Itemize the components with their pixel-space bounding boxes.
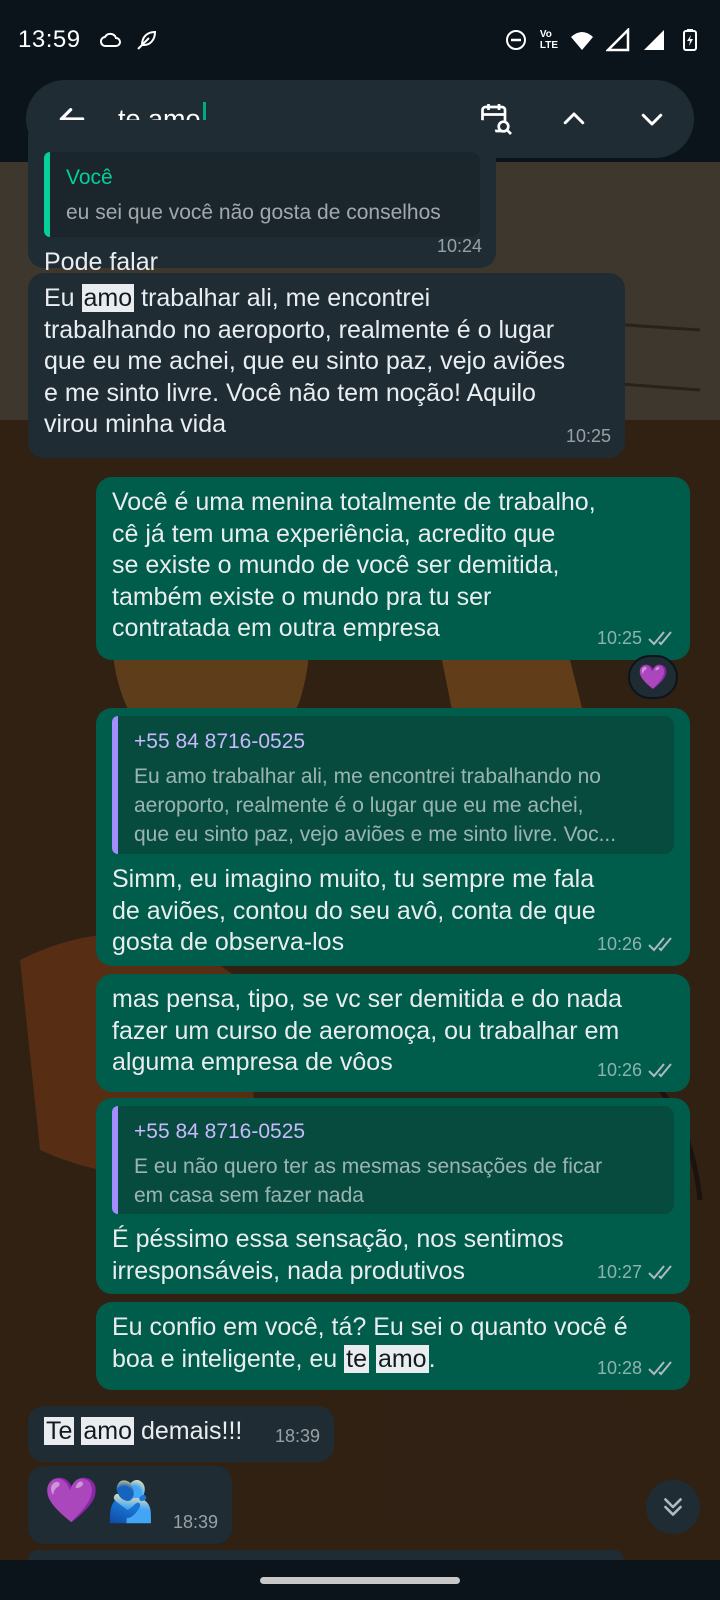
purple-heart-icon: 💜 — [638, 663, 668, 691]
message-bubble-outgoing[interactable]: Você é uma menina totalmente de trabalho… — [96, 477, 690, 660]
message-line: gosta de observa-los — [112, 928, 345, 956]
message-bubble-outgoing[interactable]: +55 84 8716-0525 E eu não quero ter as m… — [96, 1098, 690, 1294]
search-highlight: te — [344, 1344, 369, 1373]
message-line: boa e inteligente, eu te amo. — [112, 1344, 674, 1376]
next-result-button[interactable] — [632, 99, 672, 139]
double-check-icon — [648, 1265, 672, 1280]
message-meta: 10:25 — [597, 623, 676, 655]
message-bubble-outgoing[interactable]: mas pensa, tipo, se vc ser demitida e do… — [96, 974, 690, 1092]
gesture-handle[interactable] — [260, 1577, 460, 1584]
message-time: 10:25 — [596, 627, 642, 648]
message-line: que eu me achei, que eu sinto paz, vejo … — [44, 347, 566, 375]
quote-text: eu sei que você não gosta de conselhos — [66, 200, 441, 224]
message-line: também existe o mundo pra tu ser — [112, 582, 492, 611]
message-bubble-outgoing[interactable]: Eu confio em você, tá? Eu sei o quanto v… — [96, 1302, 690, 1390]
message-meta: 10:26 — [597, 929, 676, 961]
double-check-icon — [648, 1361, 672, 1376]
message-line: Simm, eu imagino muito, tu sempre me fal… — [112, 865, 595, 893]
status-bar: 13:59 Vo LTE — [0, 0, 720, 80]
double-chevron-down-icon — [664, 1498, 682, 1516]
quote-author: +55 84 8716-0525 — [134, 730, 306, 753]
reaction-badge[interactable]: 💜 — [628, 655, 678, 699]
message-meta: 10:24 — [437, 231, 482, 263]
search-highlight: amo — [375, 1344, 429, 1373]
message-line: Eu confio em você, tá? Eu sei o quanto v… — [112, 1313, 628, 1341]
message-meta: 18:39 — [173, 1507, 218, 1539]
message-time: 10:25 — [565, 425, 611, 446]
quote-line: Eu amo trabalhar ali, me encontrei traba… — [134, 764, 601, 788]
message-line: mas pensa, tipo, se vc ser demitida e do… — [112, 985, 623, 1013]
message-time: 10:26 — [596, 933, 642, 954]
message-line: fazer um curso de aeromoça, ou trabalhar… — [112, 1016, 620, 1045]
message-meta: 10:25 — [566, 421, 611, 453]
search-highlight: amo — [81, 1417, 134, 1445]
message-line: irresponsáveis, nada produtivos — [112, 1256, 465, 1285]
message-time: 10:28 — [596, 1357, 642, 1378]
message-time: 18:39 — [274, 1425, 320, 1446]
signal-icon — [606, 28, 630, 52]
volte-icon: Vo LTE — [540, 29, 558, 51]
quote-line: E eu não quero ter as mesmas sensações d… — [134, 1154, 603, 1178]
dnd-icon — [505, 30, 526, 50]
hug-icon: 🫂 — [105, 1480, 156, 1524]
message-line: virou minha vida — [44, 410, 227, 438]
chevron-down-icon — [641, 113, 663, 126]
message-line: alguma empresa de vôos — [112, 1048, 393, 1076]
wifi-icon — [571, 32, 593, 50]
chevron-up-icon — [563, 112, 585, 125]
message-line: É péssimo essa sensação, nos sentimos — [112, 1225, 564, 1253]
message-bubble-incoming[interactable]: Você eu sei que você não gosta de consel… — [28, 120, 496, 276]
message-bubble-incoming[interactable]: Eu amo trabalhar ali, me encontrei traba… — [28, 273, 625, 458]
message-meta: 10:27 — [597, 1257, 676, 1289]
signal-icon — [644, 30, 664, 50]
double-check-icon — [648, 937, 672, 952]
quote-line: em casa sem fazer nada — [134, 1183, 364, 1207]
quote-line: que eu sinto paz, vejo aviões e me sinto… — [134, 822, 617, 846]
previous-result-button[interactable] — [554, 99, 594, 139]
search-highlight: Te — [44, 1417, 75, 1445]
message-time: 18:39 — [172, 1511, 218, 1532]
message-line: se existe o mundo de você ser demitida, — [112, 551, 560, 579]
feather-icon — [136, 30, 156, 50]
message-text: demais!!! — [134, 1417, 243, 1445]
quote-author: Você — [66, 166, 113, 189]
message-line: de aviões, contou do seu avô, conta de q… — [112, 896, 596, 925]
double-check-icon — [648, 1063, 672, 1078]
double-check-icon — [648, 631, 672, 646]
reply-quote[interactable]: Você eu sei que você não gosta de consel… — [44, 152, 480, 237]
reply-quote[interactable]: +55 84 8716-0525 E eu não quero ter as m… — [112, 1106, 674, 1214]
purple-heart-icon: 💜 — [44, 1476, 99, 1525]
scroll-to-bottom-button[interactable] — [646, 1480, 700, 1534]
message-line: Você é uma menina totalmente de trabalho… — [112, 488, 596, 516]
message-bubble-incoming[interactable]: Te amo demais!!! 18:39 — [28, 1406, 334, 1462]
message-line: trabalhando no aeroporto, realmente é o … — [44, 315, 555, 344]
reply-quote[interactable]: +55 84 8716-0525 Eu amo trabalhar ali, m… — [112, 716, 674, 854]
message-time: 10:24 — [436, 235, 482, 256]
message-bubble-incoming[interactable]: 💜 🫂 18:39 — [28, 1466, 232, 1544]
message-text: . — [428, 1344, 436, 1373]
message-time: 10:26 — [596, 1059, 642, 1080]
cloud-icon — [99, 32, 121, 47]
quote-line: aeroporto, realmente é o lugar que eu me… — [134, 793, 584, 817]
message-line: e me sinto livre. Você não tem noção! Aq… — [44, 378, 536, 407]
volte-label-bottom: LTE — [539, 40, 558, 51]
message-meta: 10:26 — [597, 1055, 676, 1087]
quote-author: +55 84 8716-0525 — [134, 1120, 306, 1143]
message-bubble-outgoing[interactable]: +55 84 8716-0525 Eu amo trabalhar ali, m… — [96, 708, 690, 966]
message-text: boa e inteligente, eu — [112, 1344, 345, 1373]
status-time: 13:59 — [18, 26, 81, 53]
message-meta: 10:28 — [597, 1353, 676, 1385]
message-meta: 18:39 — [275, 1421, 320, 1453]
message-text: Eu amo trabalhar ali, me encontrei — [44, 284, 431, 312]
message-line: cê já tem uma experiência, acredito que — [112, 519, 556, 548]
navigation-bar — [0, 1560, 720, 1600]
search-highlight: amo — [81, 284, 135, 312]
message-line: Eu amo trabalhar ali, me encontrei — [44, 283, 609, 315]
message-time: 10:27 — [596, 1261, 642, 1282]
volte-label-top: Vo — [539, 29, 552, 40]
battery-icon — [683, 29, 697, 51]
message-line: contratada em outra empresa — [112, 614, 440, 642]
